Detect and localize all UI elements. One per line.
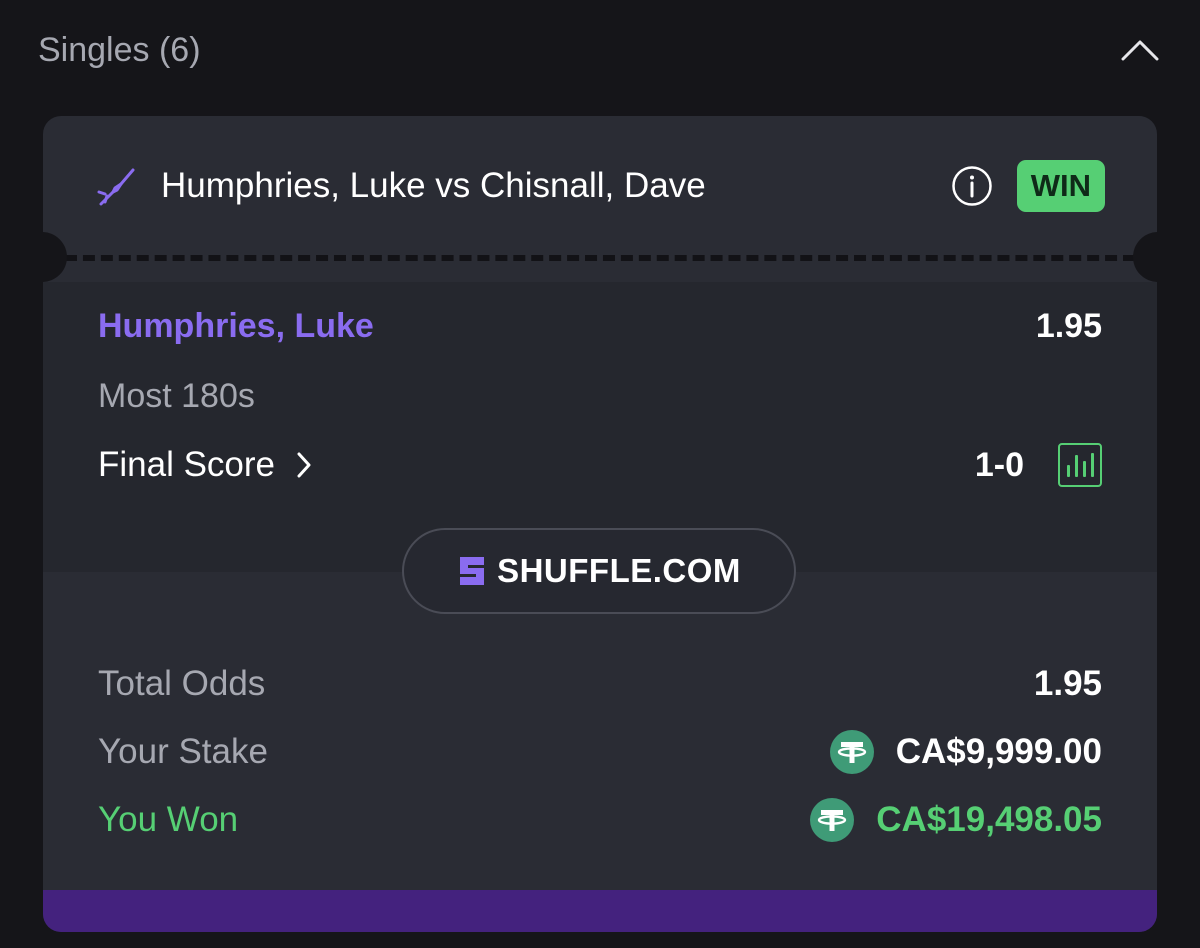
bet-history-page: Singles (6) Humphries, Luke vs Chisnall,…: [0, 0, 1200, 948]
stake-row: Your Stake CA$9,999.00: [98, 730, 1102, 774]
tether-icon: [810, 798, 855, 842]
singles-section-header[interactable]: Singles (6): [38, 28, 1160, 72]
shuffle-logo-icon: [457, 554, 487, 588]
ticket-perforation: [65, 255, 1135, 261]
total-odds-row: Total Odds 1.95: [98, 662, 1102, 706]
brand-watermark: SHUFFLE.COM: [402, 528, 796, 614]
final-score-row: Final Score 1-0: [98, 440, 1102, 490]
won-row: You Won CA$19,498.05: [98, 798, 1102, 842]
selection-name: Humphries, Luke: [98, 306, 374, 345]
won-value: CA$19,498.05: [876, 800, 1102, 839]
chevron-right-icon: [297, 452, 311, 478]
bet-card-header: Humphries, Luke vs Chisnall, Dave WIN: [43, 116, 1157, 256]
final-score-link[interactable]: Final Score: [98, 445, 311, 485]
final-score-label: Final Score: [98, 445, 276, 484]
won-label: You Won: [98, 800, 239, 839]
selection-row: Humphries, Luke 1.95: [98, 304, 1102, 348]
market-name: Most 180s: [98, 376, 255, 415]
market-row: Most 180s: [98, 374, 1102, 418]
bar-chart-icon[interactable]: [1058, 443, 1102, 487]
won-amount: CA$19,498.05: [810, 798, 1102, 842]
bet-card: Humphries, Luke vs Chisnall, Dave WIN Hu…: [43, 116, 1157, 932]
darts-icon: [95, 164, 139, 208]
stake-label: Your Stake: [98, 732, 268, 771]
section-title: Singles (6): [38, 30, 201, 69]
event-name: Humphries, Luke vs Chisnall, Dave: [161, 166, 706, 205]
info-icon[interactable]: [951, 165, 993, 207]
total-odds-value: 1.95: [1033, 664, 1102, 703]
tether-icon: [829, 730, 874, 774]
status-badge: WIN: [1016, 160, 1105, 212]
selection-odds: 1.95: [1035, 306, 1102, 345]
stake-value: CA$9,999.00: [895, 732, 1102, 771]
total-odds-label: Total Odds: [98, 664, 266, 703]
card-bottom-bar: [43, 890, 1157, 932]
score-group: 1-0: [975, 443, 1102, 487]
brand-name: SHUFFLE.COM: [497, 552, 741, 589]
final-score-value: 1-0: [974, 445, 1024, 484]
stake-amount: CA$9,999.00: [829, 730, 1102, 774]
chevron-up-icon[interactable]: [1120, 30, 1160, 70]
